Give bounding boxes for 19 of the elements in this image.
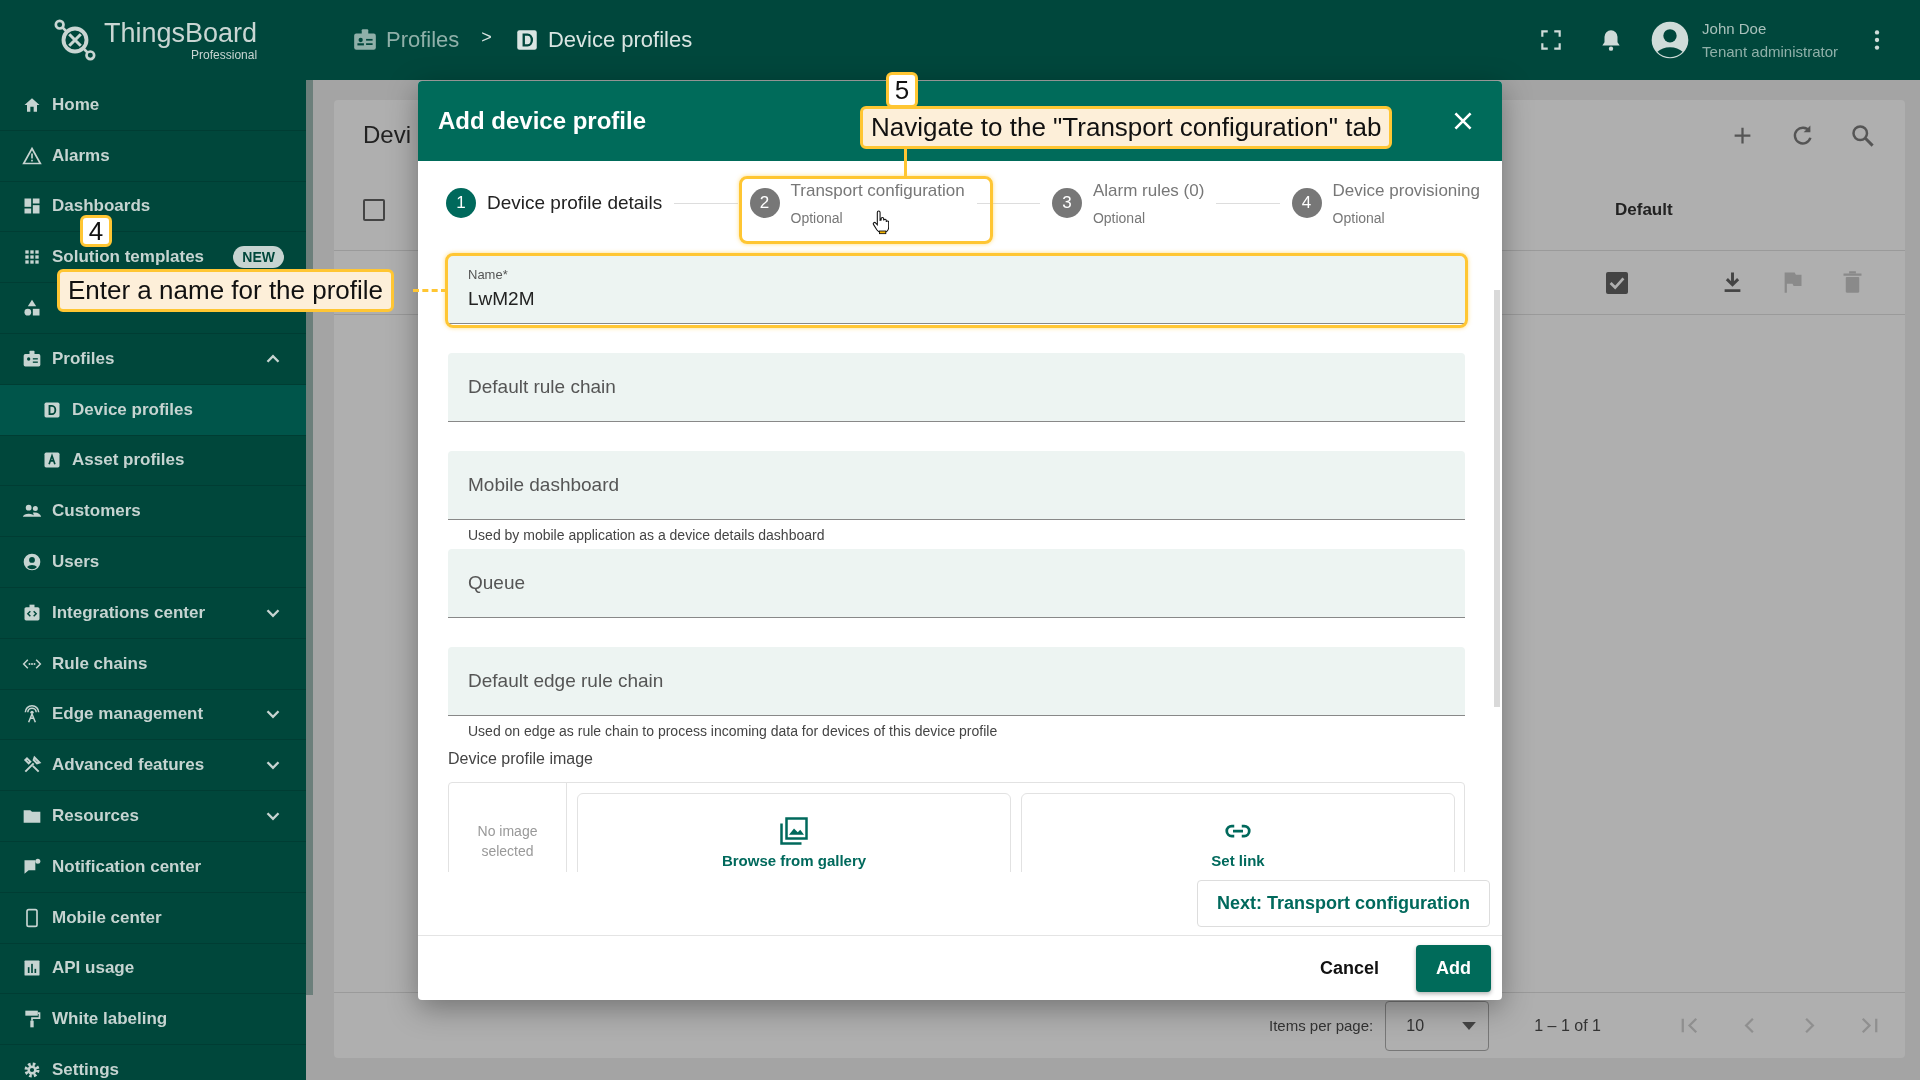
empty-image-text: No image selected <box>449 783 567 872</box>
page-title: Devi <box>363 121 411 149</box>
logo-text: ThingsBoard <box>104 18 258 48</box>
callout-number-tooltip: 4 <box>80 215 112 247</box>
callout-tooltip: Navigate to the "Transport configuration" tab <box>860 106 1393 149</box>
callout-number-tooltip: 5 <box>886 72 918 108</box>
new-badge: NEW <box>233 246 284 269</box>
items-per-page-label: Items per page: <box>1269 1017 1374 1034</box>
breadcrumb-separator: > <box>481 26 492 48</box>
section-label: Device profile image <box>448 750 594 768</box>
edition-label: Professional <box>191 48 258 62</box>
dialog-title: Add device profile <box>438 107 647 135</box>
field-hint: Used on edge as rule chain to process incoming data for devices of this device profile <box>468 722 998 739</box>
field-label: Name* <box>468 267 508 282</box>
field-hint: Used by mobile application as a device details dashboard <box>468 526 825 543</box>
callout-tooltip: Enter a name for the profile <box>57 269 395 312</box>
user-role: Tenant administrator <box>1702 43 1838 60</box>
page-range: 1 – 1 of 1 <box>1534 1016 1601 1035</box>
user-name: John Doe <box>1702 20 1768 37</box>
